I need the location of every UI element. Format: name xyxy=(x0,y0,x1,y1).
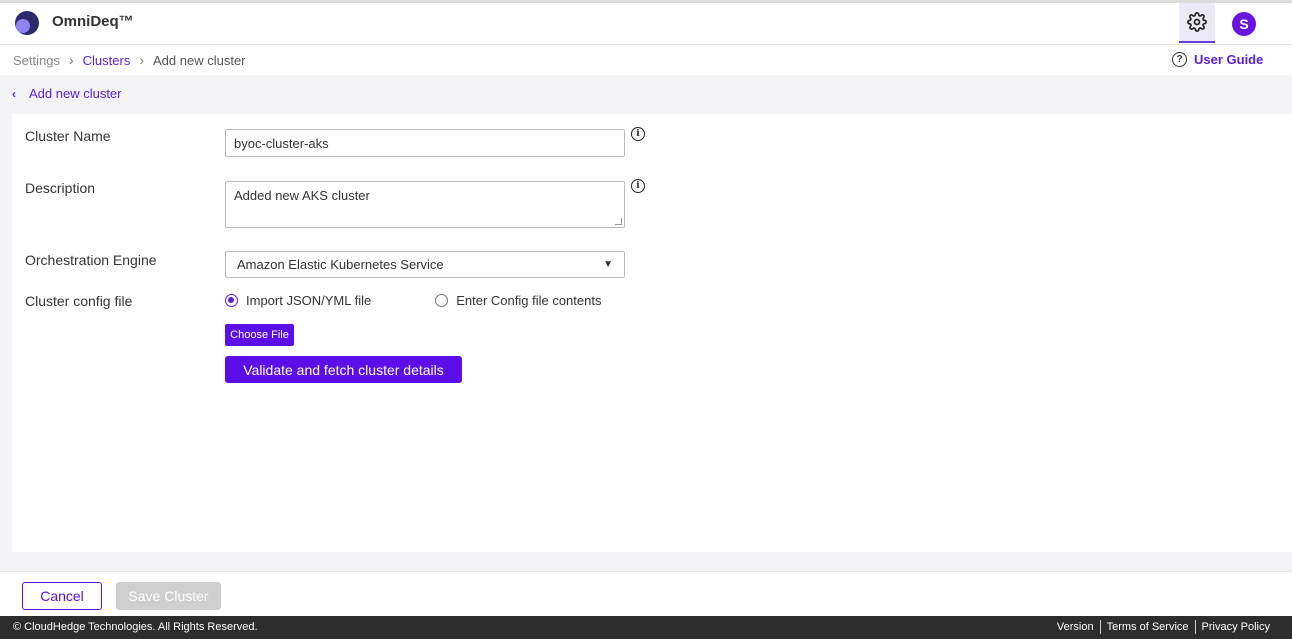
resize-handle-icon[interactable] xyxy=(615,218,622,225)
save-cluster-button[interactable]: Save Cluster xyxy=(116,582,221,610)
omnideq-logo[interactable] xyxy=(15,11,41,37)
breadcrumb-current: Add new cluster xyxy=(153,52,246,68)
version-link[interactable]: Version xyxy=(1051,621,1100,633)
settings-button[interactable] xyxy=(1179,3,1215,43)
action-footer: Cancel Save Cluster xyxy=(0,571,1292,616)
user-avatar[interactable]: S xyxy=(1232,12,1256,36)
back-link[interactable]: ‹ Add new cluster xyxy=(12,86,122,101)
user-guide-link[interactable]: ? User Guide xyxy=(1172,52,1263,67)
radio-enter-label: Enter Config file contents xyxy=(456,293,602,308)
form-panel: Cluster Name byoc-cluster-aks i Descript… xyxy=(12,114,1292,552)
radio-import-label: Import JSON/YML file xyxy=(246,293,372,308)
cancel-button[interactable]: Cancel xyxy=(22,582,102,610)
description-value: Added new AKS cluster xyxy=(234,188,370,203)
radio-enter-option[interactable]: Enter Config file contents xyxy=(435,293,601,308)
info-icon[interactable]: i xyxy=(631,179,645,193)
choose-file-button[interactable]: Choose File xyxy=(225,324,294,346)
cluster-name-input[interactable]: byoc-cluster-aks xyxy=(225,129,625,157)
copyright-bar: © CloudHedge Technologies. All Rights Re… xyxy=(0,616,1292,639)
footer-links: Version Terms of Service Privacy Policy xyxy=(1051,620,1276,634)
info-icon[interactable]: i xyxy=(631,127,645,141)
chevron-right-icon: › xyxy=(68,52,74,68)
breadcrumb: Settings › Clusters › Add new cluster xyxy=(13,52,246,68)
description-textarea[interactable]: Added new AKS cluster xyxy=(225,181,625,228)
breadcrumb-clusters[interactable]: Clusters xyxy=(83,53,131,68)
chevron-right-icon: › xyxy=(139,52,145,68)
top-navbar: OmniDeq™ S xyxy=(0,0,1292,45)
terms-link[interactable]: Terms of Service xyxy=(1101,621,1195,633)
user-guide-label: User Guide xyxy=(1194,52,1264,67)
privacy-link[interactable]: Privacy Policy xyxy=(1196,621,1276,633)
orchestration-engine-value: Amazon Elastic Kubernetes Service xyxy=(237,257,444,272)
orchestration-engine-select[interactable]: Amazon Elastic Kubernetes Service ▼ xyxy=(225,251,625,278)
config-file-radio-group: Import JSON/YML file Enter Config file c… xyxy=(225,293,601,308)
validate-fetch-button[interactable]: Validate and fetch cluster details xyxy=(225,356,462,383)
radio-import-option[interactable]: Import JSON/YML file xyxy=(225,293,371,308)
copyright-text: © CloudHedge Technologies. All Rights Re… xyxy=(13,621,258,633)
orchestration-engine-label: Orchestration Engine xyxy=(25,252,157,268)
back-link-label: Add new cluster xyxy=(29,86,122,101)
breadcrumb-bar: Settings › Clusters › Add new cluster ? … xyxy=(0,45,1292,75)
brand-name: OmniDeq™ xyxy=(52,13,134,30)
description-label: Description xyxy=(25,180,96,196)
chevron-down-icon: ▼ xyxy=(603,259,613,270)
cluster-name-label: Cluster Name xyxy=(25,128,111,144)
radio-import[interactable] xyxy=(225,294,238,307)
gear-icon xyxy=(1187,12,1207,32)
chevron-left-icon: ‹ xyxy=(12,86,16,101)
question-circle-icon: ? xyxy=(1172,52,1187,67)
config-file-label: Cluster config file xyxy=(25,293,133,309)
breadcrumb-settings[interactable]: Settings xyxy=(13,53,60,68)
radio-enter[interactable] xyxy=(435,294,449,307)
